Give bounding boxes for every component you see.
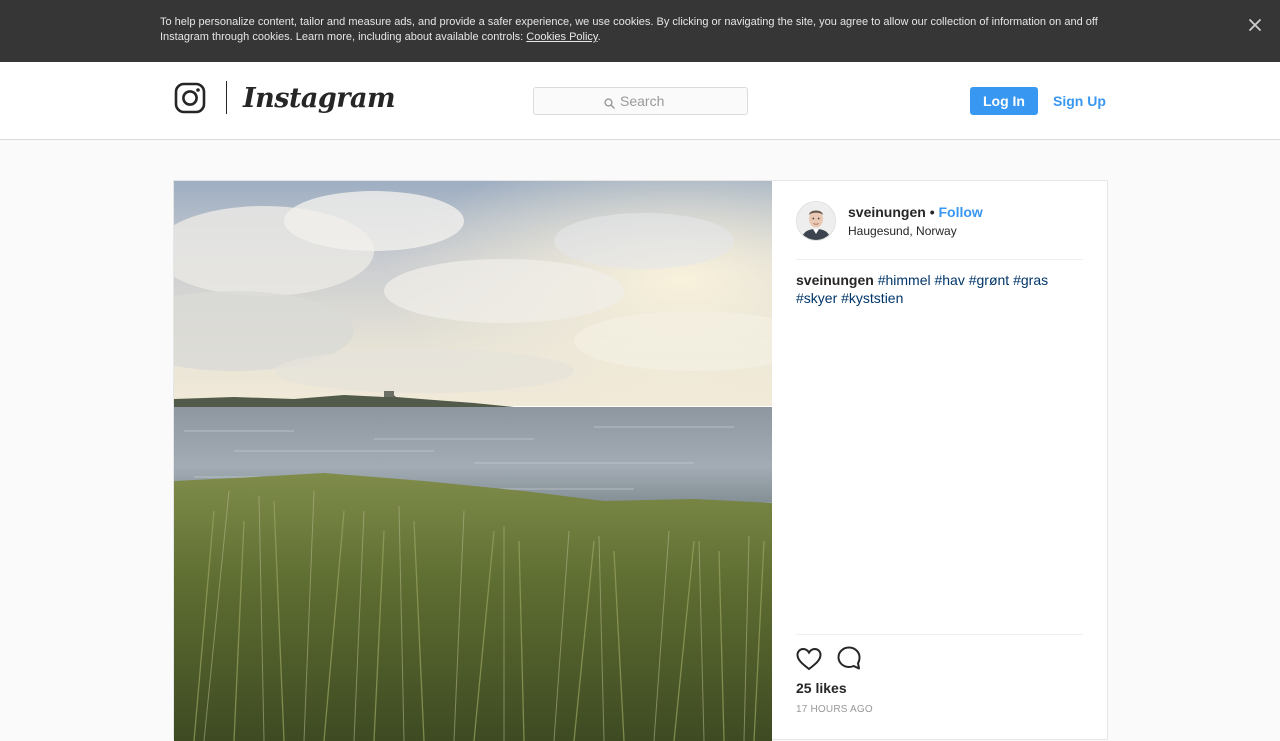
cookie-banner: To help personalize content, tailor and … [0, 0, 1280, 62]
post-location[interactable]: Haugesund, Norway [848, 224, 957, 238]
hashtag-hav[interactable]: #hav [934, 272, 964, 288]
heart-icon[interactable] [795, 645, 823, 673]
close-icon[interactable] [1246, 16, 1264, 34]
author-username[interactable]: sveinungen [848, 204, 926, 220]
search-icon [604, 96, 615, 109]
follow-button[interactable]: Follow [938, 204, 982, 220]
cookie-message-suffix: . [597, 31, 601, 43]
hashtag-gras[interactable]: #gras [1013, 272, 1048, 288]
instagram-camera-icon[interactable] [174, 82, 206, 114]
post-timestamp: 17 HOURS AGO [796, 704, 873, 715]
separator-dot: • [929, 204, 935, 220]
post-caption: sveinungen #himmel #hav #grønt #gras #sk… [796, 271, 1083, 307]
logo-divider [226, 81, 227, 114]
login-button[interactable]: Log In [970, 87, 1038, 115]
caption-username[interactable]: sveinungen [796, 272, 874, 288]
hashtag-skyer[interactable]: #skyer [796, 290, 837, 306]
hashtag-gront[interactable]: #grønt [969, 272, 1009, 288]
cookie-message-text: To help personalize content, tailor and … [160, 16, 1098, 43]
instagram-wordmark[interactable]: Instagram [243, 79, 396, 119]
top-nav: Instagram Log In Sign Up [0, 62, 1280, 140]
header-divider [796, 259, 1083, 260]
hashtag-kyststien[interactable]: #kyststien [841, 290, 903, 306]
hashtag-himmel[interactable]: #himmel [878, 272, 931, 288]
likes-count[interactable]: 25 likes [796, 679, 847, 697]
post-card: sveinungen • Follow Haugesund, Norway sv… [173, 180, 1108, 741]
post-photo[interactable] [174, 181, 772, 741]
post-sidebar: sveinungen • Follow Haugesund, Norway sv… [772, 181, 1107, 741]
author-line: sveinungen • Follow [848, 204, 983, 221]
comment-icon[interactable] [836, 645, 862, 671]
search-box[interactable] [533, 87, 748, 115]
signup-link[interactable]: Sign Up [1053, 87, 1106, 115]
actions-divider [796, 634, 1083, 635]
search-input[interactable] [620, 92, 740, 110]
author-avatar[interactable] [796, 201, 836, 241]
cookies-policy-link[interactable]: Cookies Policy [526, 31, 597, 43]
cookie-message: To help personalize content, tailor and … [160, 15, 1120, 45]
